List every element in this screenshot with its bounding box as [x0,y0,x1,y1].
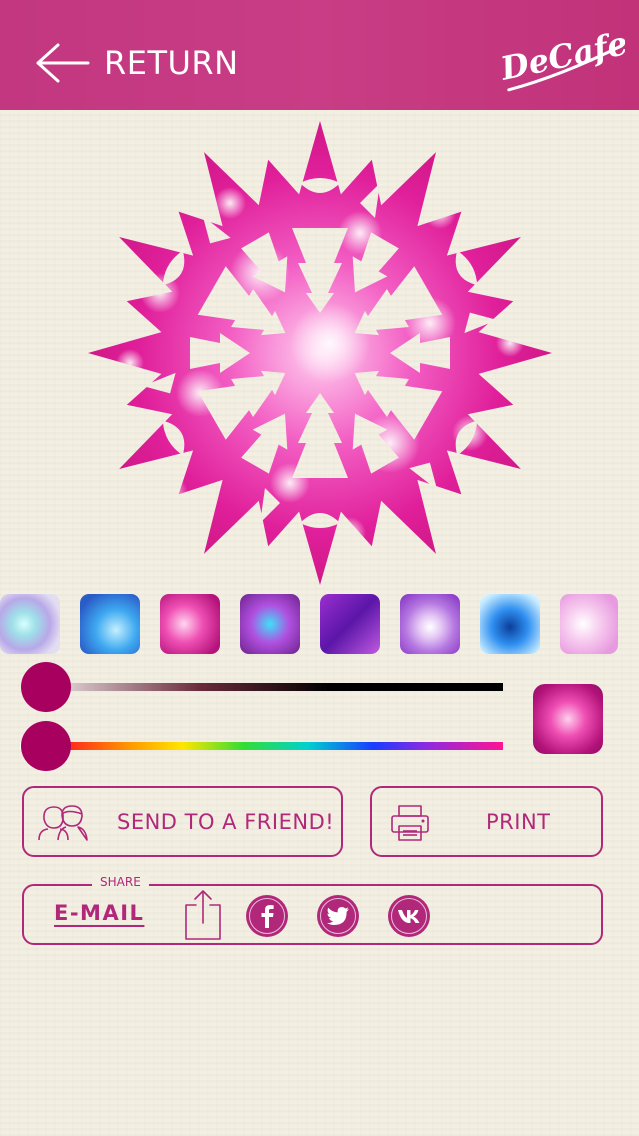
printer-icon [391,805,429,841]
share-panel: SHARE E-MAIL [22,875,603,945]
upload-icon[interactable] [183,889,223,941]
swatch-pale-pink[interactable] [560,594,618,654]
swatch-blue-sparkle[interactable] [80,594,140,654]
texture-swatch-row [0,594,639,654]
vk-share-button[interactable] [388,895,430,937]
twitter-icon [327,907,349,925]
swatch-teal-glow[interactable] [0,594,60,654]
brightness-track[interactable] [70,683,503,691]
facebook-share-button[interactable] [246,895,288,937]
selected-texture-preview[interactable] [533,684,603,754]
swatch-violet-crystal[interactable] [320,594,380,654]
swatch-purple-mosaic[interactable] [240,594,300,654]
brightness-slider-knob[interactable] [21,662,71,712]
share-title: SHARE [92,875,149,889]
swatch-pink-sparkle[interactable] [160,594,220,654]
snowflake-preview [85,118,555,588]
header-bar: RETURN DeCafe [0,0,639,110]
friends-icon [38,805,88,841]
twitter-share-button[interactable] [317,895,359,937]
print-button[interactable]: PRINT [370,786,603,857]
logo-text: DeCafe [500,26,625,88]
back-arrow-icon [36,43,90,83]
swatch-blue-petals[interactable] [480,594,540,654]
return-label: RETURN [104,44,239,82]
send-to-friend-button[interactable]: SEND TO A FRIEND! [22,786,343,857]
decafe-logo: DeCafe [500,26,625,92]
return-button[interactable]: RETURN [34,38,239,88]
facebook-icon [261,905,274,928]
swatch-lavender-swirl[interactable] [400,594,460,654]
print-label: PRINT [486,810,551,834]
send-to-friend-label: SEND TO A FRIEND! [117,810,335,834]
email-share-link[interactable]: E-MAIL [54,901,144,925]
snowflake-image [85,118,555,588]
hue-track[interactable] [70,742,503,750]
hue-slider-knob[interactable] [21,721,71,771]
vk-icon [398,910,420,923]
